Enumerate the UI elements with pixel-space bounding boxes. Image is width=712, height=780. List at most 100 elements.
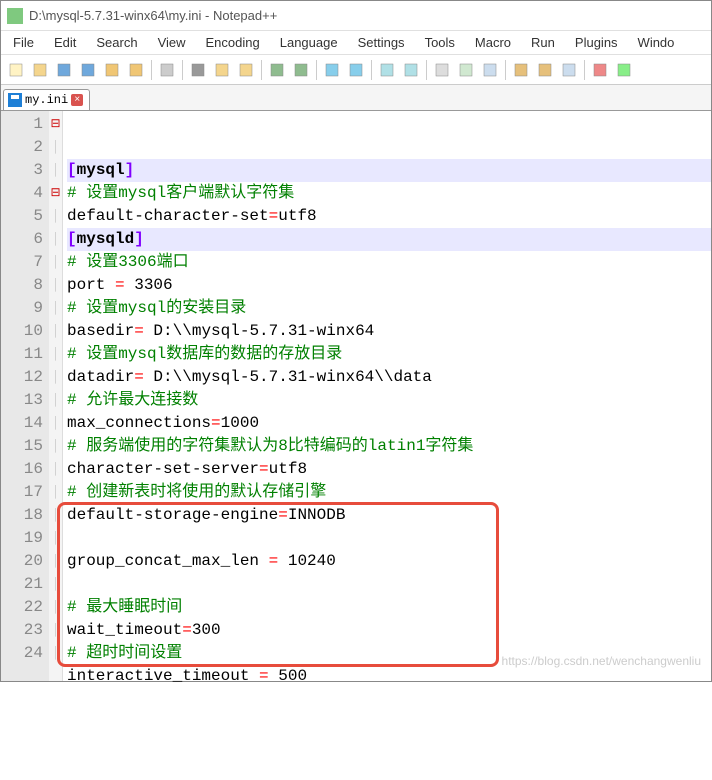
line-number: 16 xyxy=(1,458,43,481)
line-number: 9 xyxy=(1,297,43,320)
replace-button[interactable] xyxy=(345,59,367,81)
code-line[interactable]: [mysql] xyxy=(67,159,711,182)
new-button[interactable] xyxy=(5,59,27,81)
menu-run[interactable]: Run xyxy=(521,32,565,53)
line-number: 5 xyxy=(1,205,43,228)
menu-view[interactable]: View xyxy=(148,32,196,53)
line-number-gutter: 123456789101112131415161718192021222324 xyxy=(1,111,49,681)
find-button[interactable] xyxy=(321,59,343,81)
line-number: 4 xyxy=(1,182,43,205)
menu-language[interactable]: Language xyxy=(270,32,348,53)
fold-line: │ xyxy=(49,343,62,366)
fold-line: │ xyxy=(49,481,62,504)
menu-encoding[interactable]: Encoding xyxy=(196,32,270,53)
save-icon xyxy=(8,93,22,107)
file-tab[interactable]: my.ini × xyxy=(3,89,90,110)
fold-line: │ xyxy=(49,642,62,665)
code-line[interactable]: # 设置3306端口 xyxy=(67,251,711,274)
code-line[interactable]: character-set-server=utf8 xyxy=(67,458,711,481)
fold-line: │ xyxy=(49,412,62,435)
code-line[interactable] xyxy=(67,527,711,550)
indent2-button[interactable] xyxy=(534,59,556,81)
fold-line: │ xyxy=(49,297,62,320)
undo-button[interactable] xyxy=(266,59,288,81)
code-line[interactable]: # 允许最大连接数 xyxy=(67,389,711,412)
code-line[interactable]: # 创建新表时将使用的默认存储引擎 xyxy=(67,481,711,504)
fold-line: │ xyxy=(49,527,62,550)
line-number: 3 xyxy=(1,159,43,182)
fold-toggle[interactable]: ⊟ xyxy=(49,113,62,136)
play-button[interactable] xyxy=(613,59,635,81)
code-line[interactable]: datadir= D:\\mysql-5.7.31-winx64\\data xyxy=(67,366,711,389)
paste-button[interactable] xyxy=(235,59,257,81)
separator xyxy=(371,60,372,80)
code-line[interactable]: # 设置mysql客户端默认字符集 xyxy=(67,182,711,205)
separator xyxy=(584,60,585,80)
line-number: 22 xyxy=(1,596,43,619)
zoomout-button[interactable] xyxy=(400,59,422,81)
code-line[interactable]: group_concat_max_len = 10240 xyxy=(67,550,711,573)
wordwrap-button[interactable] xyxy=(455,59,477,81)
record-button[interactable] xyxy=(589,59,611,81)
toolbar xyxy=(1,55,711,85)
code-line[interactable] xyxy=(67,573,711,596)
zoomin-button[interactable] xyxy=(376,59,398,81)
line-number: 24 xyxy=(1,642,43,665)
save-button[interactable] xyxy=(53,59,75,81)
menu-tools[interactable]: Tools xyxy=(415,32,465,53)
indent1-button[interactable] xyxy=(510,59,532,81)
fold-line: │ xyxy=(49,458,62,481)
menu-macro[interactable]: Macro xyxy=(465,32,521,53)
tab-bar: my.ini × xyxy=(1,85,711,111)
line-number: 23 xyxy=(1,619,43,642)
fold-column: ⊟││⊟││││││││││││││││││││ xyxy=(49,111,63,681)
code-line[interactable]: default-character-set=utf8 xyxy=(67,205,711,228)
code-line[interactable] xyxy=(67,688,711,711)
tab-label: my.ini xyxy=(25,93,68,107)
line-number: 17 xyxy=(1,481,43,504)
close-button[interactable] xyxy=(101,59,123,81)
redo-button[interactable] xyxy=(290,59,312,81)
code-line[interactable]: # 最大睡眠时间 xyxy=(67,596,711,619)
fold-line: │ xyxy=(49,320,62,343)
menu-file[interactable]: File xyxy=(3,32,44,53)
code-area[interactable]: [mysql]# 设置mysql客户端默认字符集default-characte… xyxy=(63,111,711,681)
code-line[interactable]: max_connections=1000 xyxy=(67,412,711,435)
close-icon[interactable]: × xyxy=(71,94,83,106)
line-number: 8 xyxy=(1,274,43,297)
menu-windo[interactable]: Windo xyxy=(628,32,685,53)
line-number: 20 xyxy=(1,550,43,573)
fold-toggle[interactable]: ⊟ xyxy=(49,182,62,205)
cut-button[interactable] xyxy=(187,59,209,81)
open-button[interactable] xyxy=(29,59,51,81)
code-line[interactable]: port = 3306 xyxy=(67,274,711,297)
watermark: https://blog.csdn.net/wenchangwenliu xyxy=(502,650,701,673)
code-line[interactable]: wait_timeout=300 xyxy=(67,619,711,642)
code-line[interactable]: # 设置mysql数据库的数据的存放目录 xyxy=(67,343,711,366)
line-number: 1 xyxy=(1,113,43,136)
line-number: 14 xyxy=(1,412,43,435)
line-number: 18 xyxy=(1,504,43,527)
saveall-button[interactable] xyxy=(77,59,99,81)
allchars-button[interactable] xyxy=(479,59,501,81)
closeall-button[interactable] xyxy=(125,59,147,81)
code-line[interactable]: # 设置mysql的安装目录 xyxy=(67,297,711,320)
menu-plugins[interactable]: Plugins xyxy=(565,32,628,53)
separator xyxy=(261,60,262,80)
copy-button[interactable] xyxy=(211,59,233,81)
line-number: 7 xyxy=(1,251,43,274)
menu-settings[interactable]: Settings xyxy=(348,32,415,53)
print-button[interactable] xyxy=(156,59,178,81)
fold-line: │ xyxy=(49,619,62,642)
menu-edit[interactable]: Edit xyxy=(44,32,86,53)
separator xyxy=(426,60,427,80)
line-number: 10 xyxy=(1,320,43,343)
menu-search[interactable]: Search xyxy=(86,32,147,53)
code-line[interactable]: basedir= D:\\mysql-5.7.31-winx64 xyxy=(67,320,711,343)
code-line[interactable]: default-storage-engine=INNODB xyxy=(67,504,711,527)
fold-button[interactable] xyxy=(558,59,580,81)
fold-line: │ xyxy=(49,596,62,619)
code-line[interactable]: # 服务端使用的字符集默认为8比特编码的latin1字符集 xyxy=(67,435,711,458)
code-line[interactable]: [mysqld] xyxy=(67,228,711,251)
sync-button[interactable] xyxy=(431,59,453,81)
